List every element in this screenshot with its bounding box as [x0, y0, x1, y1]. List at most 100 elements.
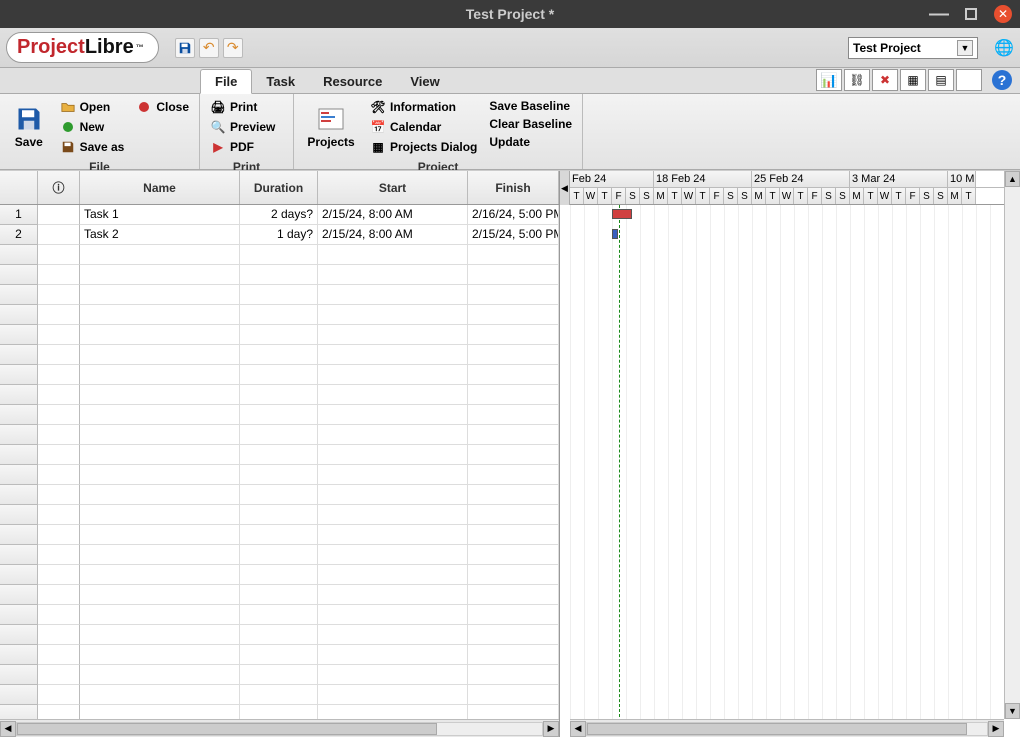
row-number[interactable]	[0, 705, 38, 719]
cell-duration[interactable]: 1 day?	[240, 225, 318, 245]
task-row[interactable]: 2 Task 2 1 day? 2/15/24, 8:00 AM 2/15/24…	[0, 225, 559, 245]
row-number[interactable]	[0, 485, 38, 505]
view-gantt-button[interactable]: 📊	[816, 69, 842, 91]
project-selector[interactable]: Test Project ▼	[848, 37, 978, 59]
view-wbs-button[interactable]: ▦	[900, 69, 926, 91]
preview-button[interactable]: 🔍 Preview	[208, 118, 277, 136]
task-row-empty[interactable]	[0, 685, 559, 705]
update-button[interactable]: Update	[487, 134, 574, 150]
row-number[interactable]	[0, 405, 38, 425]
tab-file[interactable]: File	[200, 69, 252, 94]
grid-header-start[interactable]: Start	[318, 171, 468, 204]
task-row-empty[interactable]	[0, 525, 559, 545]
row-number[interactable]	[0, 585, 38, 605]
grid-header-info[interactable]: ⓘ	[38, 171, 80, 204]
task-row-empty[interactable]	[0, 465, 559, 485]
view-histogram-button[interactable]: ▤	[928, 69, 954, 91]
cell-finish[interactable]: 2/16/24, 5:00 PM	[468, 205, 559, 225]
task-row-empty[interactable]	[0, 565, 559, 585]
new-button[interactable]: New	[58, 118, 127, 136]
row-number[interactable]	[0, 665, 38, 685]
task-row-empty[interactable]	[0, 245, 559, 265]
row-number[interactable]	[0, 245, 38, 265]
gantt-chart-body[interactable]	[570, 205, 1020, 737]
row-number[interactable]	[0, 365, 38, 385]
gantt-bar-task-1[interactable]	[612, 209, 632, 219]
task-row-empty[interactable]	[0, 585, 559, 605]
row-number[interactable]: 1	[0, 205, 38, 225]
scroll-down-button[interactable]: ▼	[1005, 703, 1020, 719]
grid-header-name[interactable]: Name	[80, 171, 240, 204]
task-row-empty[interactable]	[0, 625, 559, 645]
row-number[interactable]	[0, 345, 38, 365]
scroll-thumb[interactable]	[17, 723, 437, 735]
cell-info[interactable]	[38, 205, 80, 225]
task-row-empty[interactable]	[0, 645, 559, 665]
qat-undo-button[interactable]: ↶	[199, 38, 219, 58]
row-number[interactable]: 2	[0, 225, 38, 245]
row-number[interactable]	[0, 565, 38, 585]
scroll-left-button[interactable]: ◀	[0, 721, 16, 737]
row-number[interactable]	[0, 465, 38, 485]
scroll-track[interactable]	[586, 722, 988, 736]
scroll-thumb[interactable]	[587, 723, 967, 735]
close-button[interactable]: Close	[134, 98, 191, 116]
scroll-up-button[interactable]: ▲	[1005, 171, 1020, 187]
open-button[interactable]: Open	[58, 98, 127, 116]
tab-resource[interactable]: Resource	[309, 70, 396, 93]
task-row[interactable]: 1 Task 1 2 days? 2/15/24, 8:00 AM 2/16/2…	[0, 205, 559, 225]
gantt-horizontal-scrollbar[interactable]: ◀ ▶	[570, 719, 1004, 737]
task-row-empty[interactable]	[0, 485, 559, 505]
task-row-empty[interactable]	[0, 325, 559, 345]
scroll-left-button[interactable]: ◀	[570, 721, 586, 737]
task-row-empty[interactable]	[0, 265, 559, 285]
clear-baseline-button[interactable]: Clear Baseline	[487, 116, 574, 132]
task-row-empty[interactable]	[0, 505, 559, 525]
save-baseline-button[interactable]: Save Baseline	[487, 98, 574, 114]
tab-view[interactable]: View	[396, 70, 453, 93]
row-number[interactable]	[0, 505, 38, 525]
task-row-empty[interactable]	[0, 605, 559, 625]
qat-redo-button[interactable]: ↷	[223, 38, 243, 58]
scroll-right-button[interactable]: ▶	[988, 721, 1004, 737]
row-number[interactable]	[0, 625, 38, 645]
help-button[interactable]: ?	[992, 70, 1012, 90]
cell-name[interactable]: Task 1	[80, 205, 240, 225]
projects-dialog-button[interactable]: ▦ Projects Dialog	[368, 138, 479, 156]
pdf-button[interactable]: ▶ PDF	[208, 138, 277, 156]
cell-name[interactable]: Task 2	[80, 225, 240, 245]
scroll-right-button[interactable]: ▶	[543, 721, 559, 737]
save-button[interactable]: Save	[6, 96, 52, 158]
cell-start[interactable]: 2/15/24, 8:00 AM	[318, 205, 468, 225]
task-row-empty[interactable]	[0, 385, 559, 405]
row-number[interactable]	[0, 525, 38, 545]
cell-duration[interactable]: 2 days?	[240, 205, 318, 225]
grid-header-duration[interactable]: Duration	[240, 171, 318, 204]
window-close-button[interactable]: ✕	[994, 5, 1012, 23]
grid-horizontal-scrollbar[interactable]: ◀ ▶	[0, 719, 559, 737]
row-number[interactable]	[0, 445, 38, 465]
view-blank-button[interactable]	[956, 69, 982, 91]
task-grid-body[interactable]: 1 Task 1 2 days? 2/15/24, 8:00 AM 2/16/2…	[0, 205, 559, 719]
task-row-empty[interactable]	[0, 545, 559, 565]
gantt-vertical-scrollbar[interactable]: ▲ ▼	[1004, 171, 1020, 719]
information-button[interactable]: 🛠 Information	[368, 98, 479, 116]
view-resources-button[interactable]: ✖	[872, 69, 898, 91]
gantt-bar-task-2[interactable]	[612, 229, 618, 239]
scroll-track[interactable]	[16, 722, 543, 736]
print-button[interactable]: 🖨 Print	[208, 98, 277, 116]
row-number[interactable]	[0, 645, 38, 665]
task-row-empty[interactable]	[0, 405, 559, 425]
globe-icon[interactable]: 🌐	[994, 38, 1014, 58]
qat-save-button[interactable]	[175, 38, 195, 58]
task-row-empty[interactable]	[0, 365, 559, 385]
projects-button[interactable]: Projects	[300, 96, 362, 158]
cell-info[interactable]	[38, 225, 80, 245]
task-row-empty[interactable]	[0, 665, 559, 685]
view-network-button[interactable]: ⛓	[844, 69, 870, 91]
row-number[interactable]	[0, 685, 38, 705]
calendar-button[interactable]: 📅 Calendar	[368, 118, 479, 136]
task-row-empty[interactable]	[0, 285, 559, 305]
gantt-scroll-left-button[interactable]: ◀	[560, 171, 570, 205]
grid-header-finish[interactable]: Finish	[468, 171, 559, 204]
